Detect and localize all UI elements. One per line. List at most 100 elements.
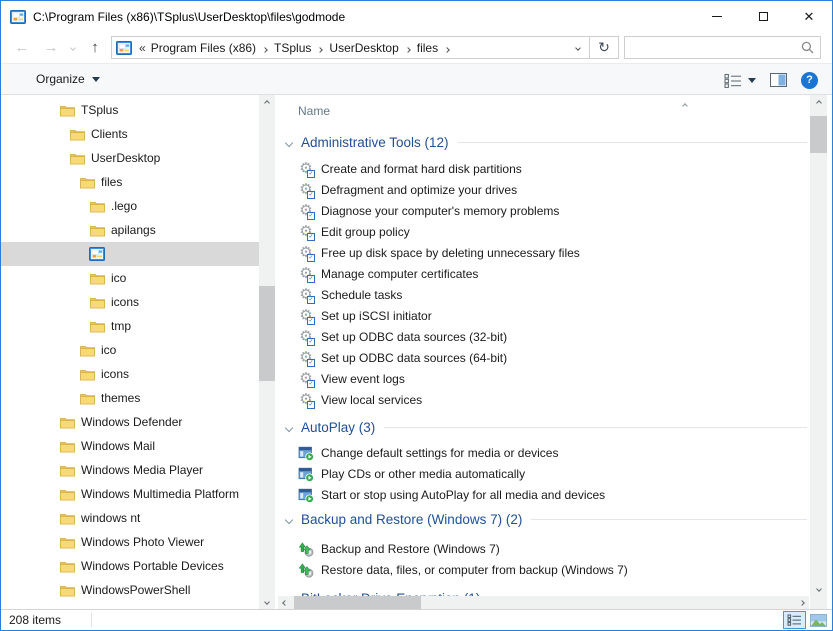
preview-pane-button[interactable]: [770, 73, 787, 87]
search-icon[interactable]: [801, 41, 814, 54]
tree-item[interactable]: TSplus: [1, 98, 259, 122]
scroll-up-icon[interactable]: [810, 95, 827, 110]
task-item[interactable]: ⚙✓Set up iSCSI initiator: [278, 305, 809, 326]
items-scrollbar-thumb[interactable]: [810, 116, 827, 153]
task-item[interactable]: ⚙✓View local services: [278, 389, 809, 410]
tree-item[interactable]: WindowsPowerShell: [1, 578, 259, 602]
items-scrollbar[interactable]: [810, 95, 827, 596]
up-button[interactable]: ↑: [83, 32, 107, 63]
task-item[interactable]: Start or stop using AutoPlay for all med…: [278, 484, 809, 505]
tree-item[interactable]: Windows Multimedia Platform: [1, 482, 259, 506]
recent-locations-dropdown[interactable]: [64, 32, 82, 63]
forward-button[interactable]: →: [38, 32, 64, 63]
thumbnail-view-toggle[interactable]: [807, 611, 830, 629]
group-header[interactable]: AutoPlay (3): [278, 416, 809, 438]
tree-item[interactable]: ico: [1, 266, 259, 290]
tree-item[interactable]: apilangs: [1, 218, 259, 242]
tree-item[interactable]: icons: [1, 362, 259, 386]
task-item[interactable]: Play CDs or other media automatically: [278, 463, 809, 484]
items-horizontal-scrollbar[interactable]: [278, 596, 809, 609]
chevron-down-icon[interactable]: [286, 420, 292, 434]
task-item[interactable]: ⚙✓Set up ODBC data sources (64-bit): [278, 347, 809, 368]
tree-scrollbar-thumb[interactable]: [259, 286, 275, 381]
tree-item[interactable]: Windows Photo Viewer: [1, 530, 259, 554]
breadcrumb-item[interactable]: UserDesktop: [327, 41, 400, 55]
autoplay-icon: [298, 466, 314, 482]
task-item[interactable]: Change default settings for media or dev…: [278, 442, 809, 463]
task-item-label: Defragment and optimize your drives: [321, 183, 517, 197]
task-item[interactable]: ⚙✓Defragment and optimize your drives: [278, 179, 809, 200]
tree-item[interactable]: ico: [1, 338, 259, 362]
address-bar[interactable]: « Program Files (x86) TSplus UserDesktop fi…: [111, 36, 619, 59]
refresh-button[interactable]: ↻: [589, 37, 618, 58]
back-button[interactable]: ←: [9, 32, 35, 63]
search-input[interactable]: [625, 37, 801, 58]
tree-item[interactable]: Windows Mail: [1, 434, 259, 458]
task-item[interactable]: ⚙✓Diagnose your computer's memory proble…: [278, 200, 809, 221]
close-button[interactable]: ✕: [786, 1, 832, 32]
tree-item-label: Windows Multimedia Platform: [81, 487, 239, 501]
task-item[interactable]: Backup and Restore (Windows 7): [278, 538, 809, 559]
breadcrumb-chevron-icon[interactable]: [406, 41, 410, 55]
scroll-right-icon[interactable]: [795, 596, 809, 609]
organize-button[interactable]: Organize: [36, 72, 100, 86]
breadcrumb-chevron-icon[interactable]: [263, 41, 267, 55]
task-item[interactable]: ⚙✓Set up ODBC data sources (32-bit): [278, 326, 809, 347]
breadcrumb-item[interactable]: Program Files (x86): [149, 41, 258, 55]
status-separator: [91, 613, 92, 627]
tree-item[interactable]: tmp: [1, 314, 259, 338]
help-button[interactable]: ?: [801, 72, 818, 89]
breadcrumb-item[interactable]: files: [415, 41, 440, 55]
tree-item-godmode[interactable]: [1, 242, 259, 266]
tree-scrollbar[interactable]: [259, 95, 275, 609]
tree-item[interactable]: windows nt: [1, 506, 259, 530]
breadcrumb-chevron-icon[interactable]: [445, 41, 449, 55]
group-header[interactable]: Backup and Restore (Windows 7) (2): [278, 508, 809, 530]
tree-item[interactable]: icons: [1, 290, 259, 314]
backup-icon: [298, 541, 314, 557]
tree-item[interactable]: themes: [1, 386, 259, 410]
scroll-left-icon[interactable]: [278, 596, 292, 609]
tree-item[interactable]: Windows Defender: [1, 410, 259, 434]
address-dropdown-button[interactable]: [567, 37, 589, 58]
breadcrumb-chevron-icon[interactable]: [318, 41, 322, 55]
preview-pane-icon: [770, 73, 787, 87]
task-item[interactable]: ⚙✓Edit group policy: [278, 221, 809, 242]
sort-ascending-icon[interactable]: [683, 97, 687, 111]
chevron-down-icon[interactable]: [286, 135, 292, 149]
command-toolbar: Organize ?: [1, 63, 832, 95]
admin-icon: ⚙✓: [298, 350, 314, 366]
tree-item[interactable]: files: [1, 170, 259, 194]
task-item-label: Edit group policy: [321, 225, 410, 239]
task-item[interactable]: ⚙✓Create and format hard disk partitions: [278, 158, 809, 179]
tree-item[interactable]: Windows Media Player: [1, 458, 259, 482]
task-item[interactable]: Restore data, files, or computer from ba…: [278, 559, 809, 580]
name-column-header[interactable]: Name: [298, 104, 330, 118]
tree-item[interactable]: .lego: [1, 194, 259, 218]
maximize-button[interactable]: [740, 1, 786, 32]
group-header[interactable]: Administrative Tools (12): [278, 131, 809, 153]
close-icon: ✕: [804, 10, 815, 23]
horizontal-scrollbar-thumb[interactable]: [294, 596, 421, 609]
task-item[interactable]: ⚙✓Free up disk space by deleting unneces…: [278, 242, 809, 263]
tree-item[interactable]: Windows Portable Devices: [1, 554, 259, 578]
main-area: TSplus ClientsUserDesktopfiles.legoapilan…: [1, 95, 832, 609]
minimize-button[interactable]: [694, 1, 740, 32]
scroll-down-icon[interactable]: [259, 594, 275, 609]
tree-item[interactable]: Clients: [1, 122, 259, 146]
task-item[interactable]: ⚙✓Manage computer certificates: [278, 263, 809, 284]
task-item[interactable]: ⚙✓View event logs: [278, 368, 809, 389]
breadcrumb-overflow-icon[interactable]: «: [139, 41, 146, 55]
change-view-button[interactable]: [724, 73, 756, 88]
task-item[interactable]: ⚙✓Schedule tasks: [278, 284, 809, 305]
tree-item-label: Windows Mail: [81, 439, 155, 453]
tree-item[interactable]: [1, 602, 259, 609]
chevron-down-icon[interactable]: [286, 512, 292, 526]
thumbnail-view-icon: [810, 614, 827, 627]
scroll-down-icon[interactable]: [810, 581, 827, 596]
breadcrumb-item[interactable]: TSplus: [272, 41, 313, 55]
tree-item-label: TSplus: [81, 103, 118, 117]
tree-item[interactable]: UserDesktop: [1, 146, 259, 170]
scroll-up-icon[interactable]: [259, 95, 275, 110]
details-view-toggle[interactable]: [783, 611, 806, 629]
